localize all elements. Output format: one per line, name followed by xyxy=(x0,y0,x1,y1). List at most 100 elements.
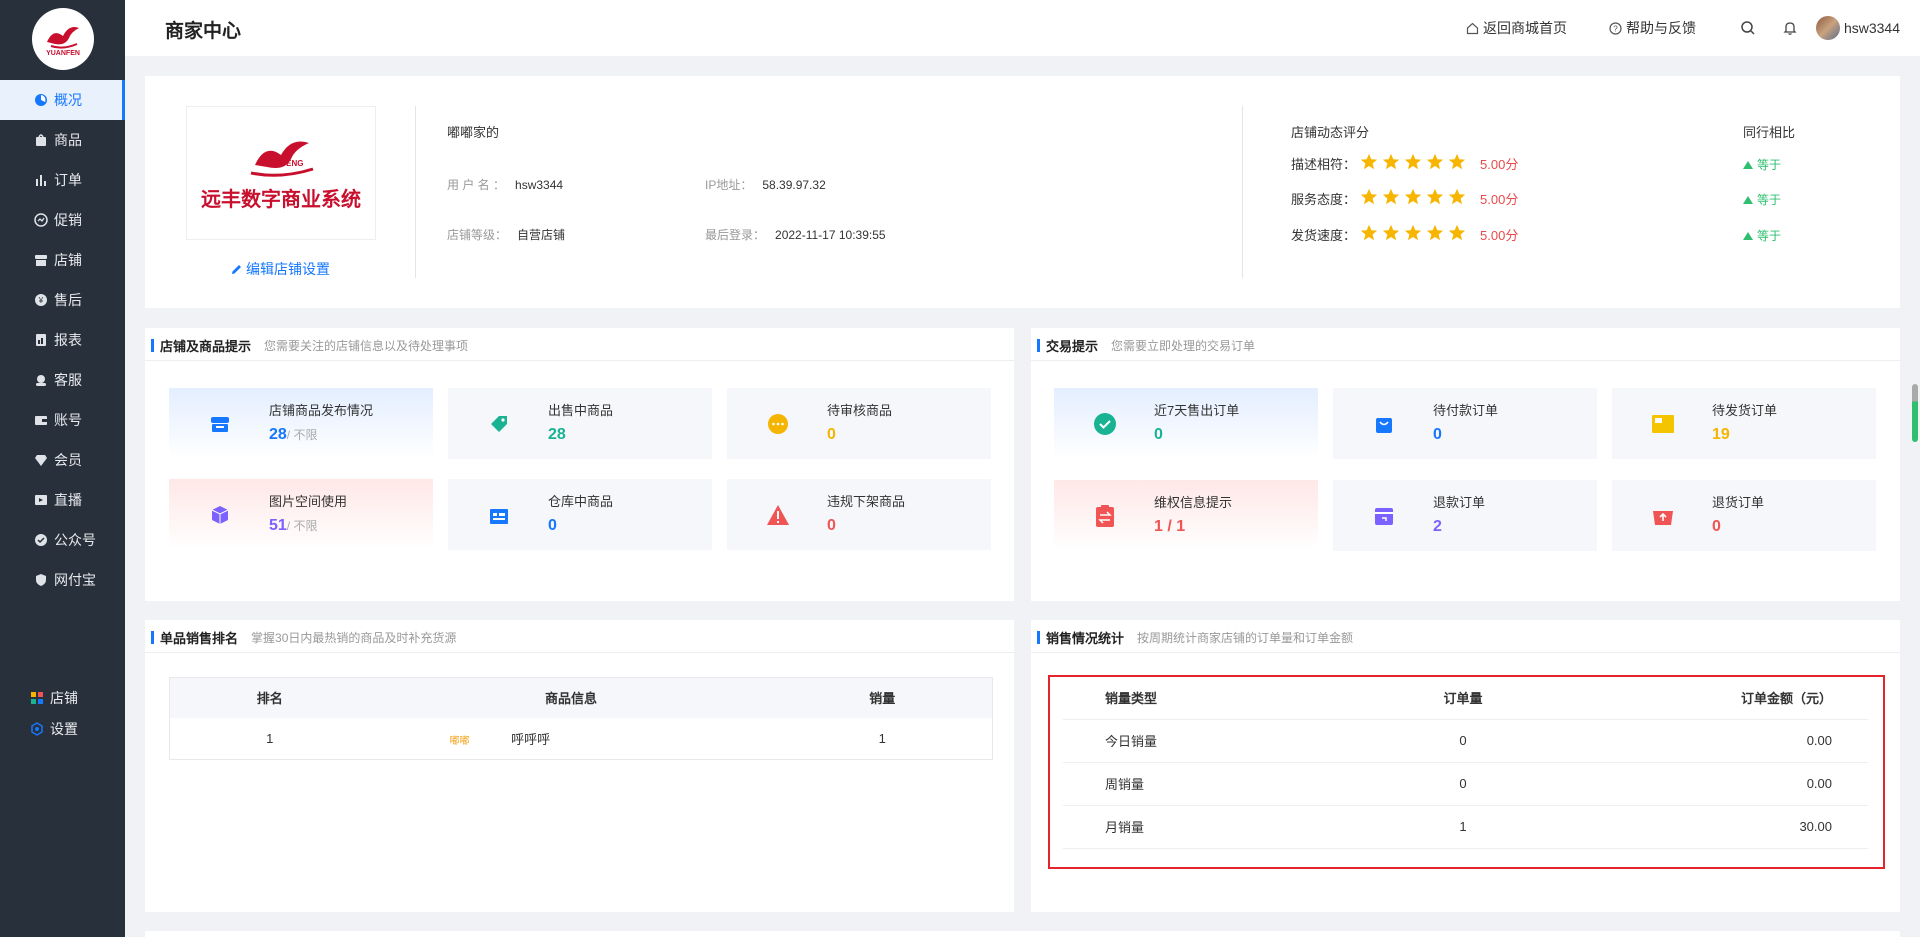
bell-icon[interactable] xyxy=(1782,20,1798,36)
table-row: 月销量 1 30.00 xyxy=(1063,805,1868,849)
table-row[interactable]: 1 嘟嘟 呼呼呼 1 xyxy=(170,718,993,760)
orders-cell: 1 xyxy=(1363,805,1563,849)
page-scrollbar[interactable] xyxy=(1912,384,1918,442)
rating-row: 发货速度： 5.00分 xyxy=(1291,224,1518,244)
back-to-mall-label: 返回商城首页 xyxy=(1482,20,1567,36)
sidebar-bottom-settings[interactable]: 设置 xyxy=(0,713,125,744)
svg-text:?: ? xyxy=(1613,24,1618,33)
section-subtitle: 您需要立即处理的交易订单 xyxy=(1111,338,1256,353)
tile-pending-shipment[interactable]: 待发货订单 19 xyxy=(1612,388,1876,459)
tile-goods-publish[interactable]: 店铺商品发布情况 28/ 不限 xyxy=(169,388,433,459)
sidebar-item-account[interactable]: 账号 xyxy=(0,400,125,440)
help-icon: ? xyxy=(1609,21,1622,35)
tile-label: 待发货订单 xyxy=(1712,403,1778,418)
up-triangle-icon xyxy=(1743,195,1753,204)
dashboard-icon xyxy=(34,93,48,107)
star-icon xyxy=(1404,153,1426,174)
tile-label: 仓库中商品 xyxy=(548,494,614,509)
tile-pending-payment[interactable]: 待付款订单 0 xyxy=(1333,388,1597,459)
sidebar-item-store[interactable]: 店铺 xyxy=(0,240,125,280)
up-triangle-icon xyxy=(1743,160,1753,169)
clipboard-exchange-icon xyxy=(1092,503,1118,529)
home-icon xyxy=(1466,22,1479,34)
tile-return-orders[interactable]: 退货订单 0 xyxy=(1612,480,1876,551)
sidebar-item-official-account[interactable]: 公众号 xyxy=(0,520,125,560)
tile-on-sale[interactable]: 出售中商品 28 xyxy=(448,388,712,459)
bar-chart-icon xyxy=(34,173,48,187)
cube-icon xyxy=(207,502,233,528)
last-login-field: 最后登录： 2022-11-17 10:39:55 xyxy=(705,226,886,243)
store-box-icon xyxy=(207,411,233,437)
sidebar-item-overview[interactable]: 概况 xyxy=(0,80,125,120)
peer-comparison-title: 同行相比 xyxy=(1743,125,1796,140)
sidebar-item-wangfubao[interactable]: 网付宝 xyxy=(0,560,125,600)
star-icon xyxy=(1382,224,1404,245)
column-header: 排名 xyxy=(169,677,370,718)
sales-stats-highlight: 销量类型 订单量 订单金额（元） 今日销量 0 0.00 周销量 0 0.00 … xyxy=(1048,675,1885,869)
tile-value: 28 xyxy=(548,426,566,443)
back-to-mall-link[interactable]: 返回商城首页 xyxy=(1466,18,1567,38)
sidebar-item-report[interactable]: 报表 xyxy=(0,320,125,360)
search-icon[interactable] xyxy=(1740,20,1756,36)
tile-label: 维权信息提示 xyxy=(1154,495,1233,510)
tile-value: 19 xyxy=(1712,426,1730,443)
sidebar-item-label: 订单 xyxy=(54,172,82,188)
sidebar-item-label: 网付宝 xyxy=(54,572,96,588)
product-name[interactable]: 呼呼呼 xyxy=(511,732,550,747)
return-cart-icon xyxy=(1650,503,1676,529)
store-icon xyxy=(34,253,48,267)
sidebar-item-promotion[interactable]: 促销 xyxy=(0,200,125,240)
star-icon xyxy=(1426,224,1448,245)
after-sales-icon: ¥ xyxy=(34,293,48,307)
trade-tips-card: 交易提示 您需要立即处理的交易订单 近7天售出订单 0 待付款订单 0 待发货订… xyxy=(1031,328,1900,601)
peer-comparison: 等于 xyxy=(1743,191,1781,208)
user-name[interactable]: hsw3344 xyxy=(1844,20,1900,36)
brand-logo[interactable]: YUANFEN xyxy=(32,8,94,70)
tile-label: 违规下架商品 xyxy=(827,494,906,509)
sidebar-item-label: 报表 xyxy=(54,332,82,348)
tile-warehouse[interactable]: 仓库中商品 0 xyxy=(448,479,712,550)
tile-image-space[interactable]: 图片空间使用 51/ 不限 xyxy=(169,479,433,550)
tile-rights-protection[interactable]: 维权信息提示 1 / 1 xyxy=(1054,480,1318,551)
star-icon xyxy=(1426,153,1448,174)
edit-shop-settings-link[interactable]: 编辑店铺设置 xyxy=(230,259,330,279)
tile-refund-orders[interactable]: 退款订单 2 xyxy=(1333,480,1597,551)
avatar[interactable] xyxy=(1815,16,1840,40)
table-row: 今日销量 0 0.00 xyxy=(1063,719,1868,763)
rating-title: 店铺动态评分 xyxy=(1291,125,1370,140)
rating-score: 5.00分 xyxy=(1480,156,1519,172)
column-header: 订单量 xyxy=(1363,677,1563,720)
rating-row: 服务态度： 5.00分 xyxy=(1291,188,1518,208)
star-icon xyxy=(1448,153,1470,174)
sidebar-item-customer-service[interactable]: 客服 xyxy=(0,360,125,400)
sidebar-item-label: 店铺 xyxy=(54,252,82,268)
header-actions: 返回商城首页 ? 帮助与反馈 hsw3344 xyxy=(1424,0,1900,56)
sidebar-bottom-store[interactable]: 店铺 xyxy=(0,682,125,713)
divider xyxy=(1242,106,1243,278)
rating-score: 5.00分 xyxy=(1480,191,1519,207)
tile-pending-review[interactable]: 待审核商品 0 xyxy=(727,388,991,459)
sidebar-item-label: 设置 xyxy=(50,720,78,737)
sidebar-item-label: 概况 xyxy=(54,92,82,108)
goods-icon xyxy=(34,133,48,147)
sidebar-item-member[interactable]: 会员 xyxy=(0,440,125,480)
tile-label: 店铺商品发布情况 xyxy=(269,403,374,418)
logo-text: YUANFEN xyxy=(46,49,80,57)
section-header: 销售情况统计 按周期统计商家店铺的订单量和订单金额 xyxy=(1037,625,1353,649)
sidebar-item-live[interactable]: 直播 xyxy=(0,480,125,520)
tile-sold-7days[interactable]: 近7天售出订单 0 xyxy=(1054,388,1318,459)
table-row: 周销量 0 0.00 xyxy=(1063,762,1868,806)
column-header: 订单金额（元） xyxy=(1563,677,1868,720)
help-feedback-link[interactable]: ? 帮助与反馈 xyxy=(1609,18,1696,38)
username-label: 用 户 名 ： xyxy=(447,178,506,192)
pencil-icon xyxy=(232,264,241,274)
sidebar-item-after-sales[interactable]: ¥ 售后 xyxy=(0,280,125,320)
section-subtitle: 按周期统计商家店铺的订单量和订单金额 xyxy=(1137,630,1354,645)
tile-violation[interactable]: 违规下架商品 0 xyxy=(727,479,991,550)
sidebar-item-label: 会员 xyxy=(54,452,82,468)
sidebar-item-goods[interactable]: 商品 xyxy=(0,120,125,160)
amount-cell: 30.00 xyxy=(1563,805,1868,849)
section-title: 销售情况统计 xyxy=(1046,630,1125,646)
tile-label: 退款订单 xyxy=(1433,495,1486,510)
sidebar-item-orders[interactable]: 订单 xyxy=(0,160,125,200)
